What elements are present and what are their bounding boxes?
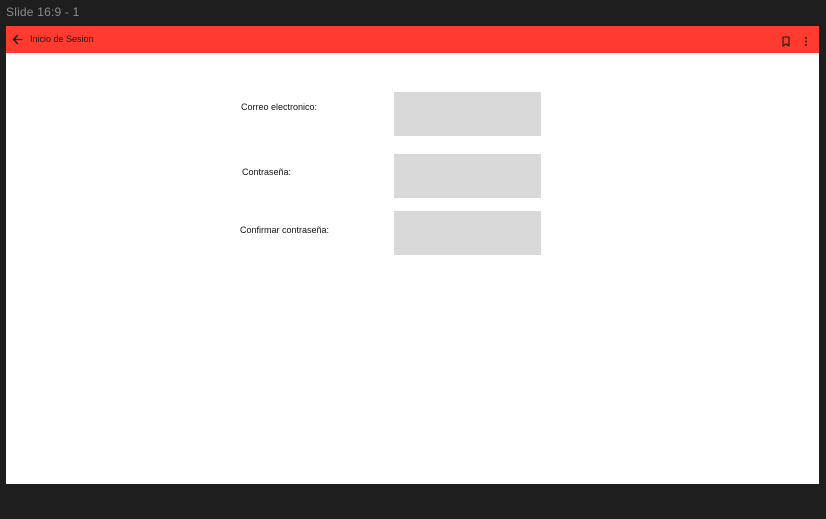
password-field[interactable] (394, 154, 541, 198)
app-bar: Inicio de Sesion (6, 26, 819, 53)
app-bar-title: Inicio de Sesion (30, 34, 94, 44)
email-field[interactable] (394, 92, 541, 136)
canvas-background (0, 484, 826, 519)
arrow-left-icon[interactable] (11, 33, 24, 46)
confirm-password-field[interactable] (394, 211, 541, 255)
bookmark-icon[interactable] (781, 34, 791, 47)
confirm-password-label: Confirmar contraseña: (240, 225, 330, 235)
more-vertical-icon[interactable] (803, 34, 809, 46)
email-label: Correo electronico: (241, 102, 318, 112)
slide-frame: Inicio de Sesion Correo electronico: Con… (6, 26, 819, 484)
frame-label: Slide 16:9 - 1 (6, 5, 80, 19)
password-label: Contraseña: (242, 167, 292, 177)
